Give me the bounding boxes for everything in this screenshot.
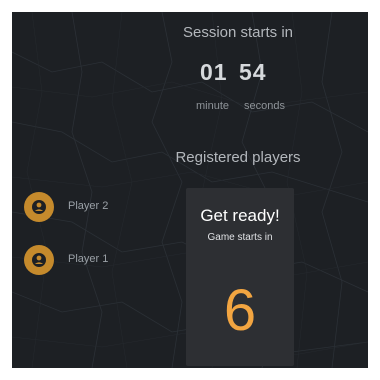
game-lobby-screen: Session starts in 01 54 minute seconds R… <box>12 12 368 368</box>
player-name: Player 1 <box>68 253 109 265</box>
seconds-label: seconds <box>244 100 285 112</box>
player-name: Player 2 <box>68 200 109 212</box>
minute-label: minute <box>196 100 230 112</box>
player-list-item: Player 1 <box>24 245 154 277</box>
player-list-item: Player 2 <box>24 192 154 224</box>
game-starts-label: Game starts in <box>207 232 273 243</box>
session-countdown: 01 54 <box>188 59 278 89</box>
countdown-seconds: 54 <box>239 59 267 85</box>
registered-players-title: Registered players <box>175 149 301 166</box>
get-ready-title: Get ready! <box>200 206 280 225</box>
person-icon <box>24 245 54 275</box>
get-ready-card: Get ready! Game starts in 6 <box>186 188 294 366</box>
session-title: Session starts in <box>182 24 294 41</box>
person-icon <box>24 192 54 222</box>
countdown-minutes: 01 <box>200 59 228 85</box>
game-start-countdown: 6 <box>223 278 257 343</box>
